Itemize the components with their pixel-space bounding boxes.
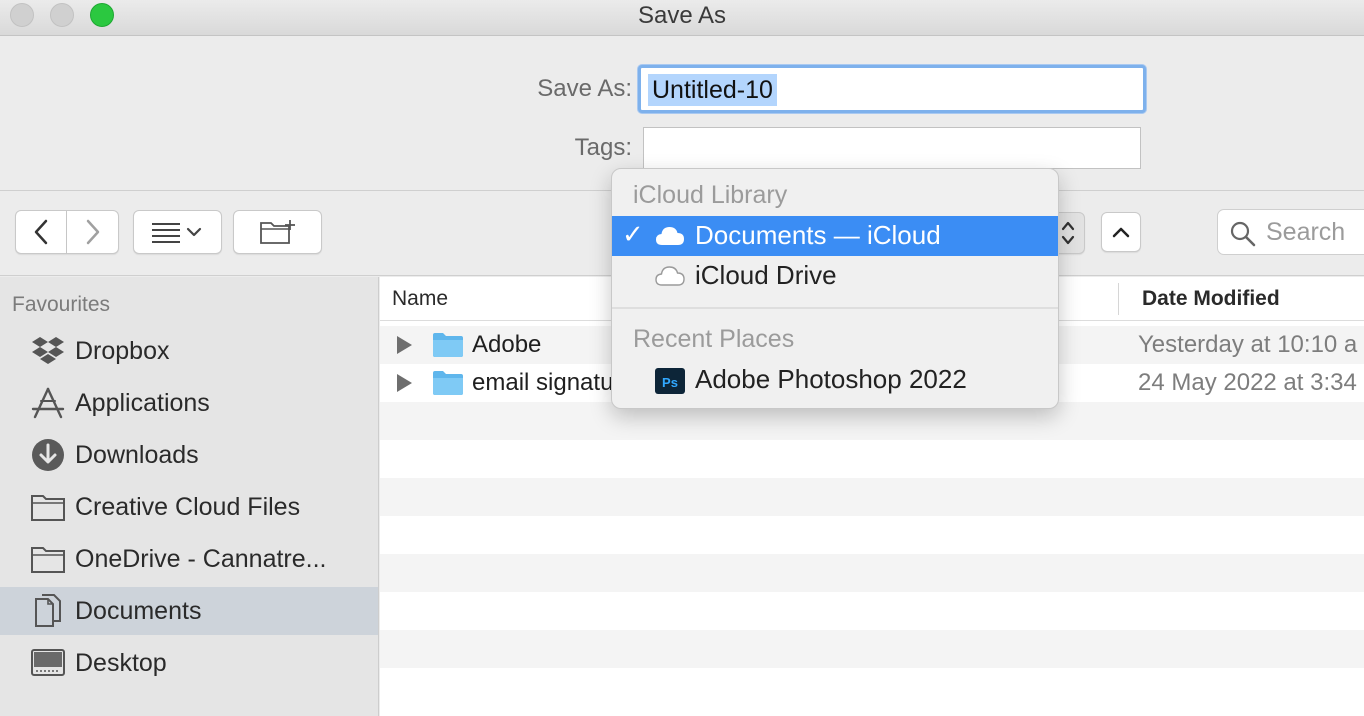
chevron-left-icon <box>34 219 48 245</box>
photoshop-badge: Ps <box>662 375 678 390</box>
cloud-icon <box>654 224 686 253</box>
empty-row <box>380 592 1364 630</box>
new-folder-button[interactable] <box>233 210 322 254</box>
sidebar-item-desktop[interactable]: Desktop <box>0 639 378 687</box>
tags-label: Tags: <box>574 134 632 161</box>
empty-row <box>380 630 1364 668</box>
file-date-modified: 24 May 2022 at 3:34 <box>1138 369 1357 396</box>
dropbox-icon <box>29 333 67 369</box>
search-icon <box>1230 221 1256 247</box>
file-name-input[interactable]: Untitled-10 <box>638 65 1146 113</box>
popup-item-documents-icloud[interactable]: ✓ Documents — iCloud <box>612 216 1058 256</box>
forward-button[interactable] <box>67 210 119 254</box>
chevron-up-icon <box>1112 227 1130 238</box>
folder-icon <box>432 332 464 363</box>
sidebar-item-label: Desktop <box>75 648 167 677</box>
file-name: Adobe <box>472 331 542 358</box>
sidebar-item-onedrive[interactable]: OneDrive - Cannatre... <box>0 535 378 583</box>
column-header-date-modified[interactable]: Date Modified <box>1142 287 1280 311</box>
sidebar-item-creative-cloud-files[interactable]: Creative Cloud Files <box>0 483 378 531</box>
view-options-button[interactable] <box>133 210 222 254</box>
popup-item-adobe-photoshop-2022[interactable]: Ps Adobe Photoshop 2022 <box>612 360 1058 400</box>
desktop-icon <box>29 645 67 681</box>
folder-icon <box>29 541 67 577</box>
sidebar-item-applications[interactable]: Applications <box>0 379 378 427</box>
popup-item-label: Documents — iCloud <box>695 220 941 250</box>
up-down-chevron-icon <box>1061 221 1074 245</box>
file-date-modified: Yesterday at 10:10 a <box>1138 331 1358 358</box>
sidebar-item-documents[interactable]: Documents <box>0 587 378 635</box>
sidebar: Favourites Dropbox Applications Download… <box>0 277 379 716</box>
empty-row <box>380 668 1364 706</box>
popup-item-label: Adobe Photoshop 2022 <box>695 364 967 394</box>
back-button[interactable] <box>15 210 67 254</box>
photoshop-icon: Ps <box>654 367 686 400</box>
column-header-name[interactable]: Name <box>392 287 448 311</box>
sidebar-item-label: Downloads <box>75 440 199 469</box>
disclosure-triangle-icon[interactable] <box>397 336 412 354</box>
column-divider[interactable] <box>1118 283 1119 315</box>
file-name: email signatu <box>472 369 614 396</box>
sidebar-item-label: Dropbox <box>75 336 170 365</box>
applications-icon <box>29 385 67 421</box>
sidebar-item-downloads[interactable]: Downloads <box>0 431 378 479</box>
sidebar-item-label: Creative Cloud Files <box>75 492 301 521</box>
popup-item-icloud-drive[interactable]: iCloud Drive <box>612 256 1058 296</box>
tags-input[interactable] <box>643 127 1141 169</box>
window-title: Save As <box>637 2 727 29</box>
location-popup-menu: iCloud Library ✓ Documents — iCloud iClo… <box>611 168 1059 409</box>
sidebar-item-label: Applications <box>75 388 210 417</box>
checkmark-icon: ✓ <box>622 219 644 249</box>
popup-section-heading-recent-places: Recent Places <box>633 325 795 353</box>
folder-icon <box>432 370 464 401</box>
popup-item-label: iCloud Drive <box>695 260 837 290</box>
empty-row <box>380 554 1364 592</box>
search-input[interactable]: Search <box>1217 209 1364 255</box>
sidebar-item-dropbox[interactable]: Dropbox <box>0 327 378 375</box>
new-folder-icon <box>259 220 295 244</box>
documents-icon <box>29 593 67 629</box>
empty-row <box>380 516 1364 554</box>
folder-icon <box>29 489 67 525</box>
save-as-label: Save As: <box>537 75 632 102</box>
sidebar-item-label: Documents <box>75 596 202 625</box>
popup-divider <box>612 307 1058 309</box>
empty-row <box>380 440 1364 478</box>
sidebar-heading-favourites: Favourites <box>12 293 111 316</box>
disclosure-triangle-icon[interactable] <box>397 374 412 392</box>
sidebar-item-label: OneDrive - Cannatre... <box>75 544 327 573</box>
collapse-dialog-button[interactable] <box>1101 212 1141 252</box>
file-name-selected-text: Untitled-10 <box>648 74 777 106</box>
search-placeholder: Search <box>1266 218 1346 246</box>
chevron-right-icon <box>86 219 99 245</box>
empty-row <box>380 478 1364 516</box>
downloads-icon <box>29 437 67 473</box>
popup-section-heading-icloud-library: iCloud Library <box>633 181 788 209</box>
cloud-icon <box>654 264 686 293</box>
list-view-icon <box>151 223 201 243</box>
title-bar: Save As <box>0 0 1364 36</box>
